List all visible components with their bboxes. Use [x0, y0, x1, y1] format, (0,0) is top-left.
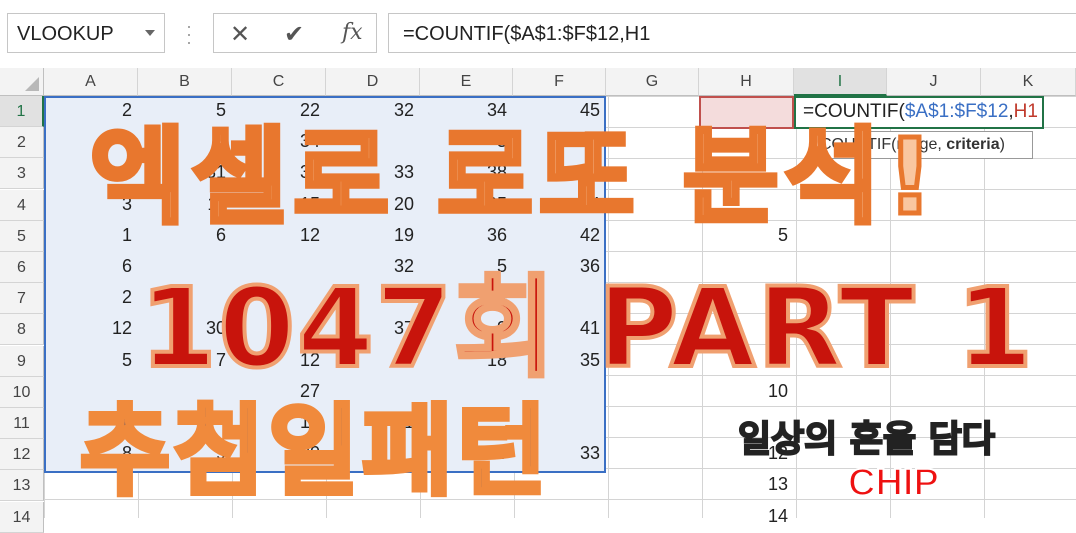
- formula-bar: VLOOKUP · · · ✕ ✔ fx =COUNTIF($A$1:$F$12,H…: [0, 0, 1076, 69]
- row-header-7[interactable]: 7: [0, 283, 44, 315]
- row-header-2[interactable]: 2: [0, 127, 44, 159]
- select-all-button[interactable]: [0, 68, 44, 96]
- row-header-13[interactable]: 13: [0, 470, 44, 502]
- formula-text: =COUNTIF($A$1:$F$12,H1: [403, 23, 651, 45]
- more-options-icon[interactable]: · · ·: [186, 17, 192, 51]
- formula-buttons: ✕ ✔ fx: [213, 13, 377, 53]
- row-header-14[interactable]: 14: [0, 501, 44, 533]
- enter-icon[interactable]: ✔: [284, 20, 304, 49]
- cell-h13[interactable]: 13: [699, 474, 788, 495]
- insert-function-icon[interactable]: fx: [342, 20, 363, 45]
- name-box[interactable]: VLOOKUP: [7, 13, 165, 53]
- cell-a7[interactable]: 2: [44, 287, 132, 308]
- column-header-k[interactable]: K: [981, 68, 1076, 96]
- title-line-1: 엑셀로 로또 분석!: [88, 114, 940, 241]
- cell-a6[interactable]: 6: [44, 256, 132, 277]
- row-header-4[interactable]: 4: [0, 189, 44, 221]
- edit-ref: H1: [1013, 101, 1038, 122]
- title-line-3: 추첨일패턴: [78, 393, 551, 512]
- tooltip-end: ): [999, 136, 1005, 153]
- row-header-8[interactable]: 8: [0, 314, 44, 346]
- name-box-value: VLOOKUP: [17, 23, 114, 45]
- cell-h14[interactable]: 14: [699, 506, 788, 527]
- cell-a8[interactable]: 12: [44, 318, 132, 339]
- formula-input[interactable]: =COUNTIF($A$1:$F$12,H1: [388, 13, 1076, 53]
- row-header-6[interactable]: 6: [0, 252, 44, 283]
- row-header-5[interactable]: 5: [0, 220, 44, 252]
- cell-a9[interactable]: 5: [44, 350, 132, 371]
- brand-logo: CHIP: [847, 461, 940, 505]
- row-header-9[interactable]: 9: [0, 345, 44, 377]
- tagline: 일상의 혼을 담다: [737, 418, 996, 461]
- row-header-10[interactable]: 10: [0, 376, 44, 408]
- row-header-1[interactable]: 1: [0, 96, 44, 127]
- row-header-12[interactable]: 12: [0, 439, 44, 471]
- row-header-11[interactable]: 11: [0, 408, 44, 439]
- tooltip-criteria: criteria: [946, 136, 1000, 153]
- chevron-down-icon[interactable]: [145, 30, 155, 36]
- cancel-icon[interactable]: ✕: [230, 20, 250, 49]
- row-header-3[interactable]: 3: [0, 158, 44, 190]
